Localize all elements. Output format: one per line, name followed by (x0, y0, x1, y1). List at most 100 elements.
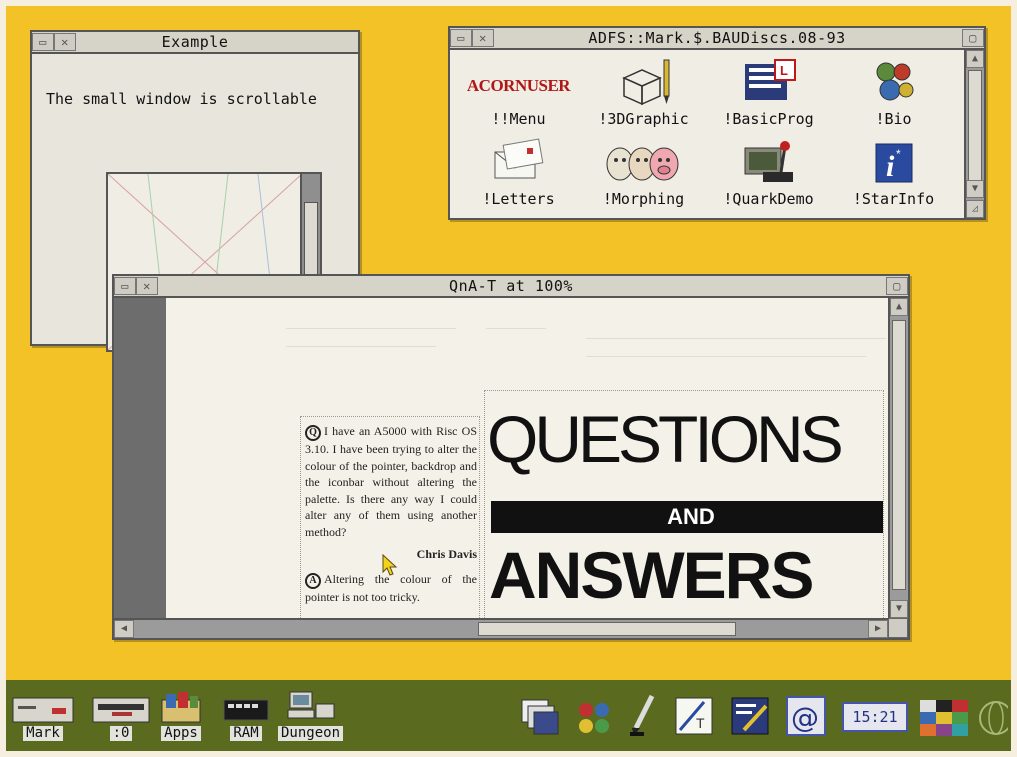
iconbar-task-pen[interactable] (628, 694, 658, 738)
edit-icon (731, 697, 769, 735)
draw-hscroll-thumb[interactable] (478, 622, 736, 636)
iconbar-task-clock[interactable]: 15:21 (842, 702, 908, 732)
acorn-user-logo: ACORNUSER (466, 76, 571, 95)
file-item-letters[interactable]: !Letters (456, 136, 581, 208)
example-window-titlebar[interactable]: ▭ ✕ Example (32, 32, 358, 54)
resize-icon[interactable] (888, 618, 908, 638)
apps-folder-icon (160, 690, 202, 724)
filer-window-title: ADFS::Mark.$.BAUDiscs.08-93 (588, 29, 846, 47)
wireframe-box-pencil-icon (594, 56, 694, 106)
draw-horizontal-scrollbar[interactable]: ◀ ▶ (114, 618, 888, 638)
gears-icon (844, 56, 944, 106)
at-sign-icon: @ (786, 696, 826, 736)
resize-icon[interactable]: ◿ (966, 200, 984, 218)
iconbar-task-display[interactable] (920, 700, 970, 736)
heading-block: QUESTIONS AND ANSWERS (484, 390, 884, 618)
iconbar-task-windows[interactable] (520, 698, 560, 738)
network-computer-icon (286, 690, 336, 724)
file-item-basicprog[interactable]: L !BasicProg (706, 56, 831, 128)
iconbar-task-paint[interactable] (574, 698, 614, 738)
draw-vscroll-thumb[interactable] (892, 320, 906, 590)
close-icon[interactable]: ✕ (54, 33, 76, 51)
icon-bar: Mark :0 Apps RAM Dungeon T @ 15:21 (0, 680, 1017, 757)
iconbar-task-edit[interactable] (730, 696, 770, 736)
filer-vertical-scrollbar[interactable]: ▲ ▼ ◿ (964, 50, 984, 218)
iconbar-drive-0[interactable]: :0 (92, 690, 150, 741)
iconbar-label: Dungeon (278, 726, 344, 741)
scroll-left-icon[interactable]: ◀ (114, 620, 134, 638)
file-item-label: !3DGraphic (598, 110, 689, 128)
iconbar-dungeon[interactable]: Dungeon (278, 690, 344, 741)
iconbar-task-mail[interactable]: @ (786, 696, 826, 736)
draw-window-title: QnA-T at 100% (449, 277, 573, 295)
example-window-title: Example (161, 33, 229, 51)
scroll-up-icon[interactable]: ▲ (890, 298, 908, 316)
iconbar-label: Apps (161, 726, 201, 741)
ram-disc-icon (222, 690, 270, 724)
answer-marker: A (305, 572, 321, 589)
file-item-label: !QuarkDemo (723, 190, 814, 208)
file-item-morphing[interactable]: !Morphing (581, 136, 706, 208)
svg-text:i: i (886, 150, 895, 183)
question-text: I have an A5000 with Risc OS 3.10. I hav… (305, 424, 477, 539)
question-marker: Q (305, 425, 321, 441)
heading-questions: QUESTIONS (487, 402, 844, 476)
filer-window[interactable]: ▭ ✕ ADFS::Mark.$.BAUDiscs.08-93 ▢ ACORNU… (448, 26, 986, 220)
scroll-down-icon[interactable]: ▼ (966, 180, 984, 198)
joystick-icon (719, 136, 819, 186)
page-margin-strip (114, 298, 166, 618)
svg-text:L: L (780, 63, 788, 78)
draw-canvas[interactable]: QI have an A5000 with Risc OS 3.10. I ha… (114, 298, 888, 618)
file-item-label: !StarInfo (852, 190, 935, 208)
file-item-menu[interactable]: ACORNUSER !!Menu (456, 56, 581, 128)
example-message: The small window is scrollable (46, 90, 317, 108)
scroll-down-icon[interactable]: ▼ (890, 600, 908, 618)
file-item-label: !!Menu (491, 110, 546, 128)
iconbar-drive-mark[interactable]: Mark (12, 690, 74, 741)
info-icon: i * (844, 136, 944, 186)
toggle-size-icon[interactable]: ▢ (886, 277, 908, 295)
file-item-starinfo[interactable]: i * !StarInfo (831, 136, 956, 208)
back-icon[interactable]: ▭ (450, 29, 472, 47)
pen-nib-icon (630, 694, 655, 736)
scroll-up-icon[interactable]: ▲ (966, 50, 984, 68)
iconbar-task-draw[interactable]: T (674, 696, 714, 736)
iconbar-apps[interactable]: Apps (160, 690, 202, 741)
close-icon[interactable]: ✕ (472, 29, 494, 47)
envelope-letters-icon (469, 136, 569, 186)
basic-program-icon: L (719, 56, 819, 106)
paint-palette-icon (579, 703, 609, 733)
morphing-faces-icon (594, 136, 694, 186)
floppy-drive-icon (12, 690, 74, 724)
filer-scroll-thumb[interactable] (968, 70, 982, 188)
pointer-arrow-icon (382, 554, 398, 576)
svg-text:*: * (896, 147, 901, 161)
file-item-quarkdemo[interactable]: !QuarkDemo (706, 136, 831, 208)
file-item-label: !BasicProg (723, 110, 814, 128)
back-icon[interactable]: ▭ (32, 33, 54, 51)
palette-icon (920, 700, 968, 736)
scroll-right-icon[interactable]: ▶ (868, 620, 888, 638)
svg-text:T: T (696, 715, 705, 731)
heading-and: AND (491, 501, 883, 533)
svg-text:@: @ (791, 701, 819, 734)
draw-window[interactable]: ▭ ✕ QnA-T at 100% ▢ QI have an A5000 wit… (112, 274, 910, 640)
iconbar-label: :0 (109, 726, 133, 741)
iconbar-task-globe[interactable] (978, 698, 1008, 740)
file-item-bio[interactable]: !Bio (831, 56, 956, 128)
toggle-size-icon[interactable]: ▢ (962, 29, 984, 47)
filer-window-titlebar[interactable]: ▭ ✕ ADFS::Mark.$.BAUDiscs.08-93 ▢ (450, 28, 984, 50)
draw-vertical-scrollbar[interactable]: ▲ ▼ (888, 298, 908, 618)
windows-stack-icon (521, 699, 559, 735)
qa-article-column: QI have an A5000 with Risc OS 3.10. I ha… (300, 416, 480, 618)
iconbar-label: Mark (23, 726, 63, 741)
iconbar-label: RAM (230, 726, 262, 741)
file-item-label: !Morphing (602, 190, 685, 208)
close-icon[interactable]: ✕ (136, 277, 158, 295)
draw-window-titlebar[interactable]: ▭ ✕ QnA-T at 100% ▢ (114, 276, 908, 298)
globe-icon (979, 701, 1008, 735)
iconbar-ram[interactable]: RAM (222, 690, 270, 741)
filer-window-body: ACORNUSER !!Menu !3DGraphic L !BasicProg… (450, 50, 964, 218)
back-icon[interactable]: ▭ (114, 277, 136, 295)
file-item-3dgraphic[interactable]: !3DGraphic (581, 56, 706, 128)
